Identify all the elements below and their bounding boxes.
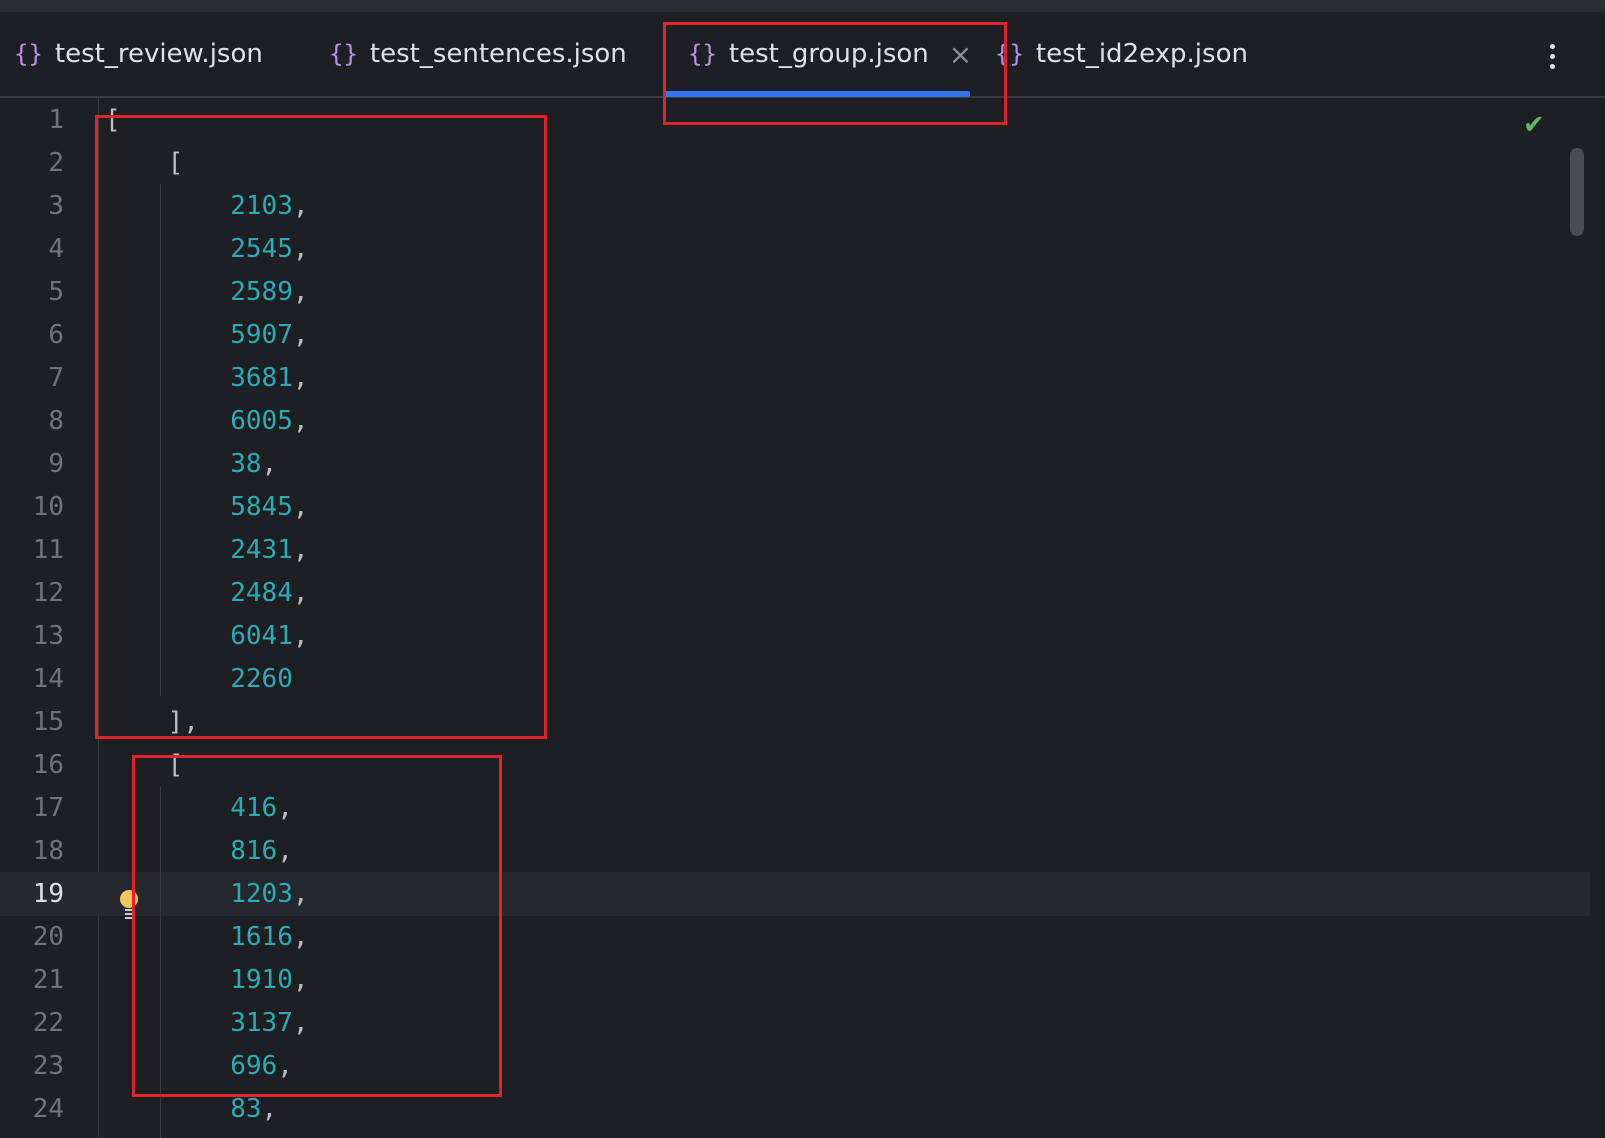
- line-number: 2: [48, 148, 64, 178]
- line-number: 1: [48, 105, 64, 135]
- line-number: 3: [48, 191, 64, 221]
- line-number: 14: [32, 664, 64, 694]
- json-file-icon: {}: [329, 40, 358, 68]
- tab-test-review[interactable]: {} test_review.json: [14, 12, 263, 96]
- line-number: 8: [48, 406, 64, 436]
- line-number: 9: [48, 449, 64, 479]
- line-number: 22: [32, 1008, 64, 1038]
- line-number: 13: [32, 621, 64, 651]
- tab-label: test_id2exp.json: [1035, 39, 1248, 69]
- json-file-icon: {}: [14, 40, 43, 68]
- line-number: 12: [32, 578, 64, 608]
- check-icon[interactable]: ✔: [1523, 110, 1545, 140]
- line-number: 11: [32, 535, 64, 565]
- tab-label: test_review.json: [54, 39, 263, 69]
- window-top-strip: [0, 0, 1605, 12]
- line-number: 19: [32, 879, 64, 909]
- number-literal: 83: [230, 1094, 262, 1124]
- line-number: 23: [32, 1051, 64, 1081]
- line-number: 4: [48, 234, 64, 264]
- tab-test-id2exp[interactable]: {} test_id2exp.json: [995, 12, 1248, 96]
- more-options-icon[interactable]: [1540, 40, 1564, 80]
- line-number: 10: [32, 492, 64, 522]
- line-number: 7: [48, 363, 64, 393]
- annotation-box-group-1: [95, 115, 547, 739]
- line-number: 16: [32, 750, 64, 780]
- punctuation: ,: [261, 1094, 278, 1124]
- line-number: 17: [32, 793, 64, 823]
- line-number: 20: [32, 922, 64, 952]
- tab-test-sentences[interactable]: {} test_sentences.json: [329, 12, 627, 96]
- line-number: 18: [32, 836, 64, 866]
- line-number: 6: [48, 320, 64, 350]
- line-number: 21: [32, 965, 64, 995]
- annotation-box-group-2: [132, 755, 502, 1097]
- tab-label: test_sentences.json: [369, 39, 627, 69]
- line-number: 24: [32, 1094, 64, 1124]
- line-number: 15: [32, 707, 64, 737]
- scrollbar-thumb[interactable]: [1570, 148, 1584, 236]
- annotation-box-tab: [663, 22, 1007, 125]
- line-number: 5: [48, 277, 64, 307]
